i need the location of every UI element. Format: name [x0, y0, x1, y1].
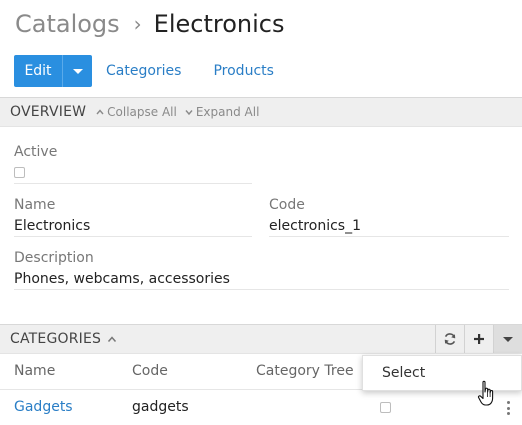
- code-label: Code: [269, 197, 305, 213]
- refresh-button[interactable]: [435, 325, 464, 353]
- kebab-icon[interactable]: [506, 401, 510, 415]
- categories-grid-tools: [435, 325, 522, 353]
- chevron-down-icon: [185, 110, 193, 116]
- chevron-up-icon[interactable]: [107, 335, 117, 343]
- code-value: electronics_1: [269, 218, 361, 234]
- column-header-code[interactable]: Code: [132, 363, 168, 379]
- categories-section-header: CATEGORIES: [0, 324, 522, 354]
- overview-title: OVERVIEW: [10, 104, 87, 120]
- breadcrumb-separator: ›: [133, 12, 142, 36]
- name-value: Electronics: [14, 218, 91, 234]
- breadcrumb: Catalogs › Electronics: [15, 7, 284, 41]
- add-category-button[interactable]: [464, 325, 493, 353]
- collapse-all-label: Collapse All: [107, 105, 177, 119]
- caret-down-icon: [503, 336, 513, 342]
- toolbar: Edit Categories Products: [14, 55, 274, 87]
- code-field-divider: [269, 236, 509, 237]
- active-label: Active: [14, 144, 58, 160]
- name-field-divider: [14, 236, 252, 237]
- products-link[interactable]: Products: [213, 63, 273, 79]
- edit-menu-button[interactable]: [62, 55, 92, 87]
- grid-menu-dropdown: Select: [362, 355, 522, 391]
- active-checkbox: [14, 167, 25, 178]
- column-header-name[interactable]: Name: [14, 363, 55, 379]
- overview-section-header: OVERVIEW Collapse All Expand All: [0, 97, 522, 127]
- description-label: Description: [14, 250, 94, 266]
- description-field-divider: [14, 289, 509, 290]
- plus-icon: [474, 334, 484, 344]
- row-code: gadgets: [132, 399, 189, 415]
- chevron-up-icon: [96, 109, 104, 115]
- row-category-tree-checkbox: [380, 402, 391, 413]
- collapse-all-button[interactable]: Collapse All: [96, 105, 177, 119]
- description-value: Phones, webcams, accessories: [14, 271, 230, 287]
- breadcrumb-parent[interactable]: Catalogs: [15, 10, 120, 38]
- categories-title[interactable]: CATEGORIES: [10, 331, 101, 347]
- caret-down-icon: [72, 68, 83, 74]
- column-header-category-tree[interactable]: Category Tree: [256, 363, 354, 379]
- categories-link[interactable]: Categories: [106, 63, 181, 79]
- grid-menu-button[interactable]: [493, 325, 522, 353]
- expand-all-label: Expand All: [195, 105, 260, 119]
- hand-cursor-icon: [477, 380, 494, 406]
- name-label: Name: [14, 197, 56, 213]
- row-name-link[interactable]: Gadgets: [14, 399, 73, 415]
- edit-button[interactable]: Edit: [14, 55, 62, 87]
- page-title: Electronics: [153, 10, 285, 38]
- select-menu-item[interactable]: Select: [382, 365, 425, 381]
- expand-all-button[interactable]: Expand All: [185, 105, 260, 119]
- active-field-divider: [14, 183, 252, 184]
- refresh-icon: [444, 333, 456, 345]
